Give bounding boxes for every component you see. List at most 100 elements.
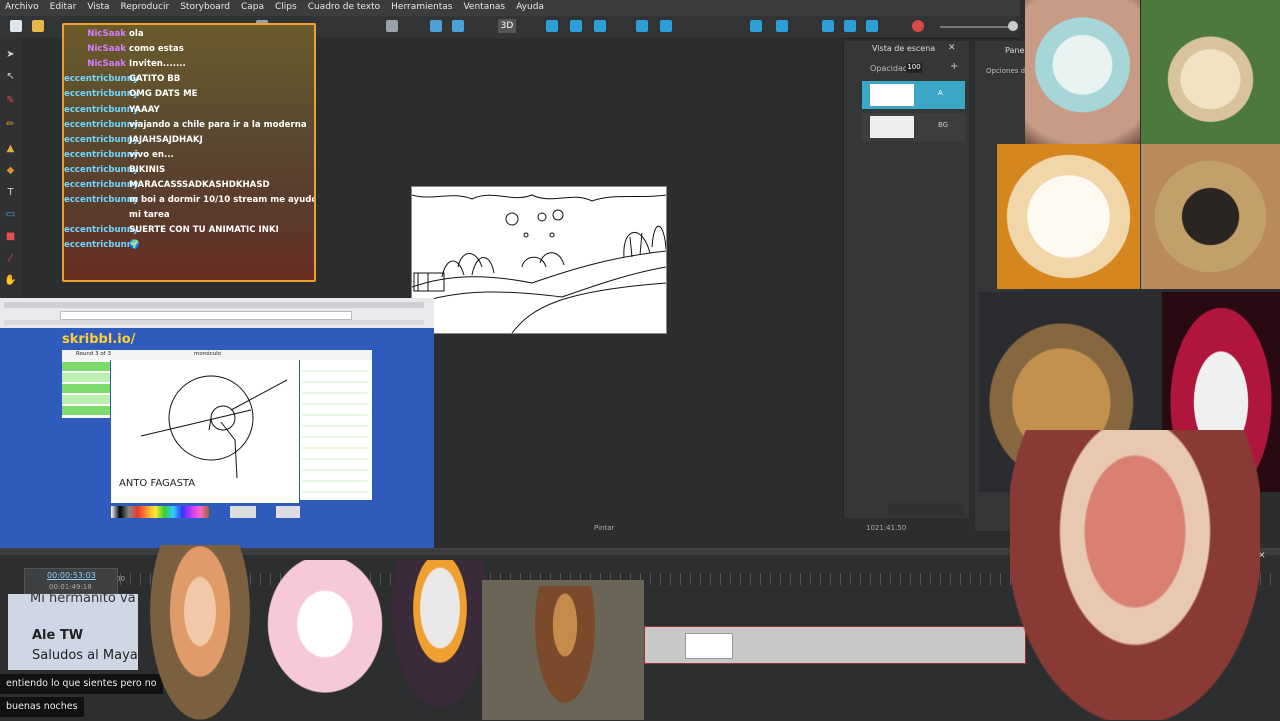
chat-username: eccentricbunny <box>64 225 139 236</box>
clip-thumbnail[interactable] <box>685 633 733 659</box>
fill-icon[interactable]: ◆ <box>4 164 17 177</box>
chat-username: eccentricbunny <box>64 164 139 175</box>
chat-message: 🌍 <box>129 240 140 251</box>
bookmarks-bar <box>4 320 424 325</box>
chat-line: NicSaak Inviten....... <box>64 57 314 72</box>
chat-message: como estas <box>129 44 184 55</box>
chat-message: viajando a chile para ir a la moderna <box>129 119 307 130</box>
character-avatar-fox <box>482 580 644 720</box>
options-panel-subtitle: Opciones de <box>986 67 1030 75</box>
volume-icon[interactable] <box>866 20 878 32</box>
browser-tabs[interactable] <box>4 302 424 308</box>
menu-item-vista[interactable]: Vista <box>82 0 115 16</box>
clip-track[interactable] <box>644 626 1026 664</box>
shape-icon[interactable]: ▭ <box>4 208 17 221</box>
skribbl-chat <box>300 360 372 500</box>
coords-status: 1021:41.50 <box>866 524 907 532</box>
prev-frame-icon[interactable] <box>750 20 762 32</box>
volume-slider[interactable] <box>940 26 1010 28</box>
new-file-icon[interactable] <box>10 20 22 32</box>
skribbl-logo: skribbl.io/ <box>62 332 136 347</box>
chat-line: eccentricbunnyBIKINIS <box>64 163 314 178</box>
clear-tools[interactable] <box>276 506 300 518</box>
volume-slider-knob[interactable] <box>1008 21 1018 31</box>
record-icon[interactable] <box>912 20 924 32</box>
menu-item-editar[interactable]: Editar <box>45 0 83 16</box>
grid-icon[interactable] <box>386 20 398 32</box>
drawing-canvas[interactable] <box>411 186 667 334</box>
character-avatar-duck <box>385 560 495 720</box>
pen-icon[interactable]: ✎ <box>4 94 17 107</box>
chat-username: eccentricbunny <box>64 195 139 206</box>
chat-message: vivo en... <box>129 149 174 160</box>
move-arrow-icon[interactable]: ↖ <box>4 70 17 83</box>
chat-username: NicSaak <box>87 44 126 55</box>
menu-item-ayuda[interactable]: Ayuda <box>511 0 550 16</box>
players-list <box>62 360 110 418</box>
chat-message: ola <box>129 29 144 39</box>
menu-item-clips[interactable]: Clips <box>270 0 303 16</box>
address-bar[interactable] <box>60 311 352 320</box>
chat-line: NicSaak ola <box>64 27 314 42</box>
chat-message: Inviten....... <box>129 59 186 70</box>
menu-item-archivo[interactable]: Archivo <box>0 0 45 16</box>
camera-icon[interactable] <box>546 20 558 32</box>
chat-line: eccentricbunny🌍 <box>64 238 314 253</box>
chat-line: eccentricbunnyYAAAY <box>64 103 314 118</box>
chat-username: eccentricbunny <box>64 119 139 130</box>
zoom-out-icon[interactable] <box>452 20 464 32</box>
zoom-in-icon[interactable] <box>430 20 442 32</box>
chat-line: NicSaak como estas <box>64 42 314 57</box>
brush-icon[interactable]: ▲ <box>4 142 17 155</box>
layer-row-a[interactable]: A <box>862 81 965 109</box>
chat-line: eccentricbunnyOMG DATS ME <box>64 87 314 102</box>
round-bar: Round 3 of 3 monóculo <box>62 350 372 360</box>
first-frame-icon[interactable] <box>776 20 788 32</box>
move-icon[interactable] <box>570 20 582 32</box>
ticker-line-1: Mi hermanito va <box>30 594 136 606</box>
brush-size-tools[interactable] <box>230 506 256 518</box>
loop-icon[interactable] <box>844 20 856 32</box>
timecode-box: 00:00:53:03 00:01:49:18 <box>24 568 118 596</box>
color-palette[interactable] <box>111 506 209 518</box>
pencil-icon[interactable]: ✏ <box>4 118 17 131</box>
character-avatar-glasses <box>150 545 250 720</box>
layer-row-bg[interactable]: BG <box>862 113 965 141</box>
add-layer-icon[interactable]: + <box>950 61 958 72</box>
chat-message: GATITO BB <box>129 74 181 85</box>
chat-line: eccentricbunnySUERTE CON TU ANIMATIC INK… <box>64 223 314 238</box>
cat-basket-photo <box>1141 144 1280 289</box>
chat-username: NicSaak <box>87 59 126 70</box>
play-icon[interactable] <box>822 20 834 32</box>
chat-username: eccentricbunny <box>64 104 139 115</box>
chat-message: OMG DATS ME <box>129 89 198 100</box>
select-arrow-icon[interactable]: ➤ <box>4 48 17 61</box>
hand-icon[interactable]: ✋ <box>4 274 17 287</box>
scale-icon[interactable] <box>636 20 648 32</box>
chat-username: eccentricbunny <box>64 149 139 160</box>
menu-item-cuadro-de-texto[interactable]: Cuadro de texto <box>303 0 386 16</box>
drawing-caption: ANTO FAGASTA <box>119 478 196 489</box>
chat-line: eccentricbunnyMARACASSSADKASHDKHASD <box>64 178 314 193</box>
options-panel-title: Panel <box>1005 46 1027 55</box>
menu-item-ventanas[interactable]: Ventanas <box>458 0 511 16</box>
chat-username: eccentricbunny <box>64 134 139 145</box>
menu-item-capa[interactable]: Capa <box>236 0 270 16</box>
rotate-icon[interactable] <box>594 20 606 32</box>
eyedropper-icon[interactable]: ⁄ <box>4 252 17 265</box>
close-icon[interactable]: ✕ <box>948 43 956 53</box>
menu-item-reproducir[interactable]: Reproducir <box>116 0 176 16</box>
open-folder-icon[interactable] <box>32 20 44 32</box>
3d-mode-button[interactable]: 3D <box>498 19 516 33</box>
skribbl-drawing-board[interactable]: ANTO FAGASTA <box>111 360 299 503</box>
chat-message: MARACASSSADKASHDKHASD <box>129 180 270 190</box>
opacity-input[interactable]: 100 <box>906 63 922 73</box>
menu-item-herramientas[interactable]: Herramientas <box>386 0 458 16</box>
chat-message: YAAAY <box>129 104 160 115</box>
ticker-line-2: Saludos al Maya <box>32 648 138 663</box>
color-icon[interactable]: ■ <box>4 230 17 243</box>
transform-icon[interactable] <box>660 20 672 32</box>
layer-actions[interactable] <box>888 503 964 515</box>
text-tool-icon[interactable]: T <box>4 186 17 199</box>
menu-item-storyboard[interactable]: Storyboard <box>175 0 236 16</box>
